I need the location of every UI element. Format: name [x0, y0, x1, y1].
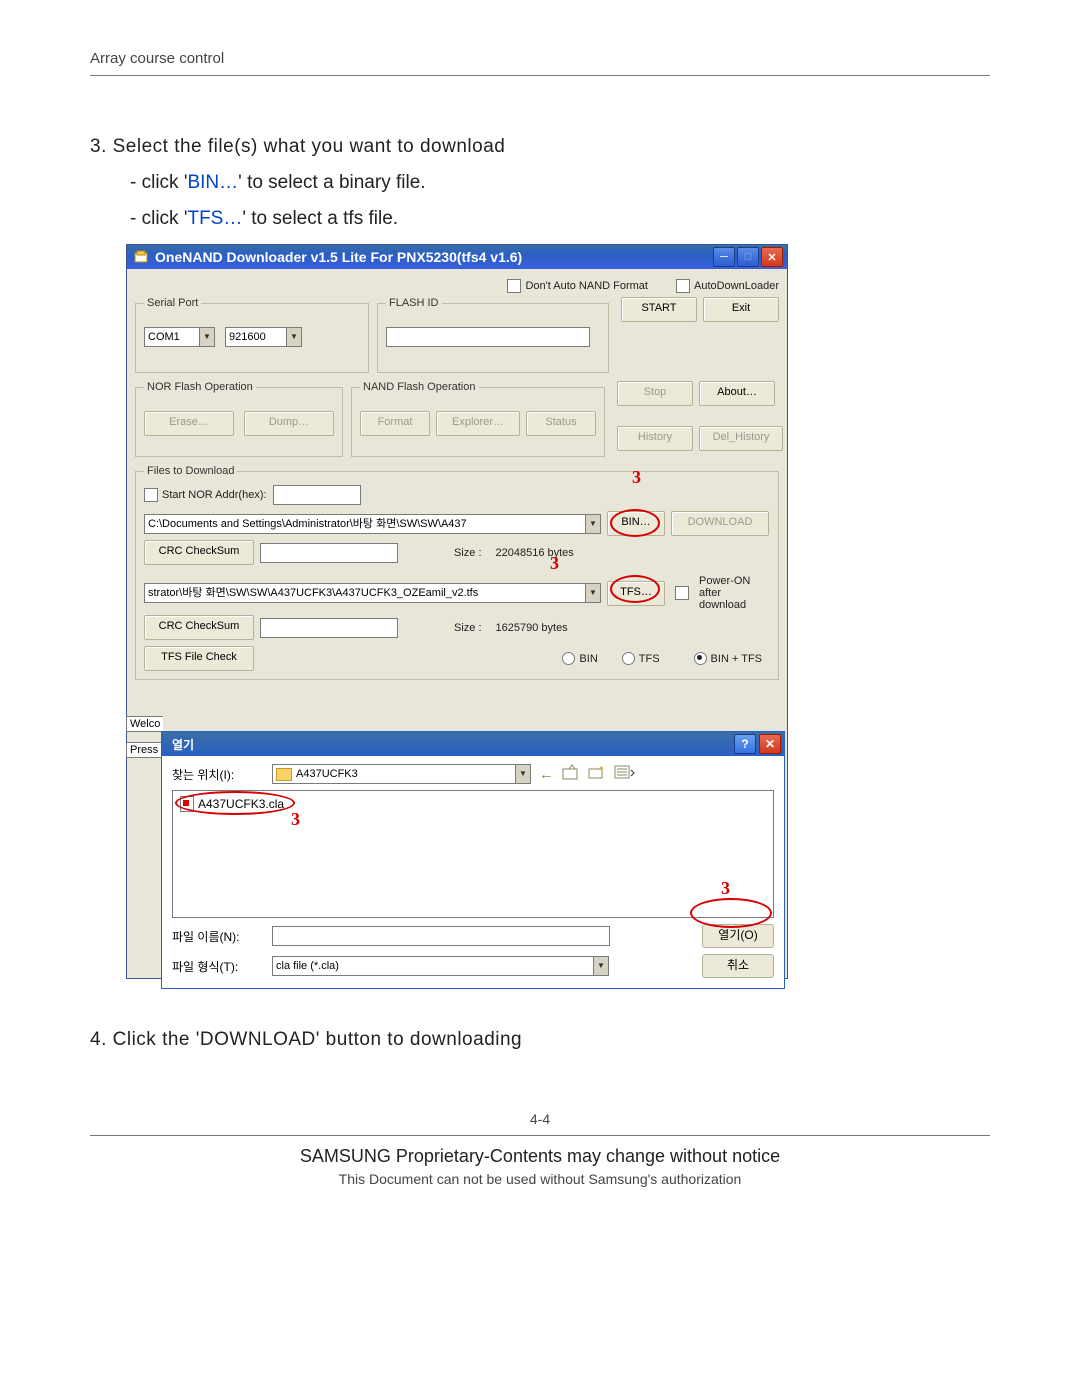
bin-button[interactable]: BIN…	[607, 511, 665, 536]
crc-checksum-bin-button[interactable]: CRC CheckSum	[144, 540, 254, 565]
com-select[interactable]: COM1▼	[144, 327, 215, 347]
start-nor-addr-check[interactable]: Start NOR Addr(hex):	[144, 485, 770, 505]
minimize-button[interactable]: ─	[713, 247, 735, 267]
help-button[interactable]: ?	[734, 734, 756, 754]
svg-text:✦: ✦	[598, 764, 605, 773]
baud-select[interactable]: 921600▼	[225, 327, 302, 347]
view-icon[interactable]	[614, 764, 636, 784]
crc-bin-input[interactable]	[260, 543, 398, 563]
file-icon	[180, 796, 194, 812]
header-rule	[90, 75, 990, 76]
radio-bin[interactable]: BIN	[562, 652, 597, 665]
nor-addr-input[interactable]	[273, 485, 361, 505]
lookin-select[interactable]: A437UCFK3 ▼	[272, 764, 531, 784]
open-dialog-titlebar: 열기 ? ✕	[162, 732, 784, 756]
crc-checksum-tfs-button[interactable]: CRC CheckSum	[144, 615, 254, 640]
filename-input[interactable]	[272, 926, 610, 946]
del-history-button[interactable]: Del_History	[699, 426, 783, 451]
bin-path-select[interactable]: C:\Documents and Settings\Administrator\…	[144, 514, 601, 534]
explorer-button[interactable]: Explorer…	[436, 411, 520, 436]
callout-num-3: 3	[291, 809, 300, 830]
size-bin-value: 22048516 bytes	[496, 547, 574, 559]
status-button[interactable]: Status	[526, 411, 596, 436]
file-list[interactable]: A437UCFK3.cla 3	[172, 790, 774, 918]
crc-tfs-input[interactable]	[260, 618, 398, 638]
dump-button[interactable]: Dump…	[244, 411, 334, 436]
open-button[interactable]: 열기(O)	[702, 924, 774, 948]
tfs-button[interactable]: TFS…	[607, 581, 665, 606]
file-item-cla[interactable]: A437UCFK3.cla	[177, 795, 287, 813]
dont-auto-format-check[interactable]: Don't Auto NAND Format	[507, 279, 648, 293]
onenand-window: OneNAND Downloader v1.5 Lite For PNX5230…	[126, 244, 788, 979]
format-button[interactable]: Format	[360, 411, 430, 436]
cancel-button[interactable]: 취소	[702, 954, 774, 978]
side-welco: Welco	[126, 716, 163, 732]
radio-tfs[interactable]: TFS	[622, 652, 660, 665]
flash-id-input[interactable]	[386, 327, 590, 347]
open-dialog: 열기 ? ✕ 찾는 위치(I): A437UCFK3 ▼ ←	[161, 731, 785, 989]
exit-button[interactable]: Exit	[703, 297, 779, 322]
step4-heading: 4. Click the 'DOWNLOAD' button to downlo…	[90, 1029, 990, 1051]
footer-rule	[90, 1135, 990, 1136]
open-dialog-title: 열기	[172, 736, 194, 753]
page-number: 4-4	[90, 1111, 990, 1127]
maximize-button[interactable]: □	[737, 247, 759, 267]
back-icon[interactable]: ←	[539, 766, 554, 783]
page-header: Array course control	[90, 50, 990, 67]
tfs-file-check-button[interactable]: TFS File Check	[144, 646, 254, 671]
size-tfs-value: 1625790 bytes	[496, 622, 568, 634]
footer-line1: SAMSUNG Proprietary-Contents may change …	[90, 1146, 990, 1167]
download-button[interactable]: DOWNLOAD	[671, 511, 769, 536]
close-button[interactable]: ✕	[761, 247, 783, 267]
step3-heading: 3. Select the file(s) what you want to d…	[90, 136, 990, 158]
autodownloader-check[interactable]: AutoDownLoader	[676, 279, 779, 293]
titlebar: OneNAND Downloader v1.5 Lite For PNX5230…	[127, 245, 787, 269]
poweron-check[interactable]	[675, 586, 693, 600]
app-icon	[133, 249, 149, 265]
files-to-download-group: Files to Download Start NOR Addr(hex): C…	[135, 465, 779, 680]
flash-id-group: FLASH ID	[377, 297, 609, 373]
side-press: Press	[126, 742, 161, 758]
history-button[interactable]: History	[617, 426, 693, 451]
size-label-tfs: Size :	[454, 622, 482, 634]
tfs-path-select[interactable]: strator\바탕 화면\SW\SW\A437UCFK3\A437UCFK3_…	[144, 583, 601, 603]
dialog-close-button[interactable]: ✕	[759, 734, 781, 754]
poweron-label: Power-ON after download	[699, 575, 769, 611]
filetype-select[interactable]: cla file (*.cla)▼	[272, 956, 609, 976]
about-button[interactable]: About…	[699, 381, 775, 406]
nor-flash-group: NOR Flash Operation Erase… Dump…	[135, 381, 343, 457]
step3-sub2: - click 'TFS…' to select a tfs file.	[130, 208, 990, 230]
lookin-label: 찾는 위치(I):	[172, 766, 272, 783]
up-icon[interactable]	[562, 764, 580, 784]
filetype-label: 파일 형식(T):	[172, 958, 272, 975]
nand-flash-group: NAND Flash Operation Format Explorer… St…	[351, 381, 605, 457]
start-button[interactable]: START	[621, 297, 697, 322]
erase-button[interactable]: Erase…	[144, 411, 234, 436]
newfolder-icon[interactable]: ✦	[588, 764, 606, 784]
size-label-bin: Size :	[454, 547, 482, 559]
radio-bin-tfs[interactable]: BIN + TFS	[694, 652, 762, 665]
filename-label: 파일 이름(N):	[172, 928, 272, 945]
step3-sub1: - click 'BIN…' to select a binary file.	[130, 172, 990, 194]
footer-line2: This Document can not be used without Sa…	[90, 1171, 990, 1187]
stop-button[interactable]: Stop	[617, 381, 693, 406]
window-title: OneNAND Downloader v1.5 Lite For PNX5230…	[155, 249, 711, 265]
serial-port-group: Serial Port COM1▼ 921600▼	[135, 297, 369, 373]
